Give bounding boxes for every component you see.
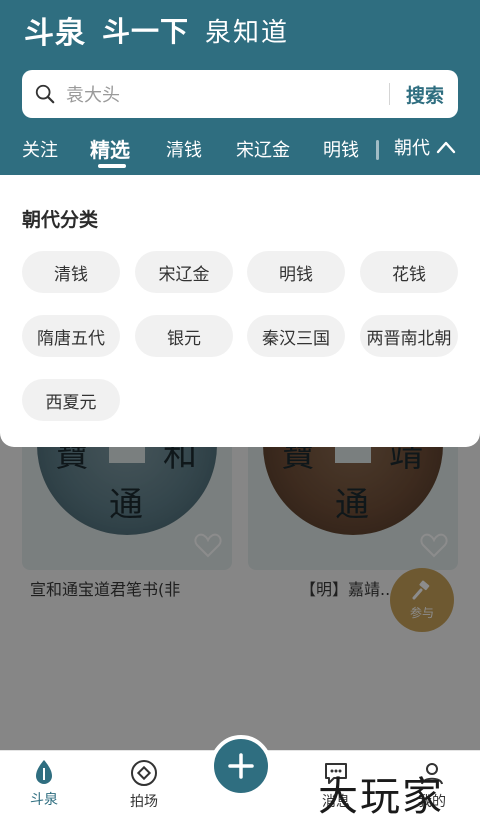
dynasty-toggle-label: 朝代 <box>394 138 430 159</box>
chip-ming-coins[interactable]: 明钱 <box>247 251 345 293</box>
brand-slogan-2: 泉知道 <box>205 17 290 48</box>
active-tab-indicator <box>98 164 126 168</box>
nav-doquan[interactable]: 斗泉 <box>4 759 84 809</box>
tab-song-liao-jin[interactable]: 宋辽金 <box>236 136 290 162</box>
chevron-up-icon <box>436 141 456 154</box>
plus-icon <box>228 753 254 779</box>
tab-follow[interactable]: 关注 <box>22 136 58 162</box>
dynasty-toggle[interactable]: 朝代 <box>394 134 456 160</box>
tab-qing-coins[interactable]: 清钱 <box>166 136 202 162</box>
watermark: 大玩家 <box>318 774 444 818</box>
doquan-icon <box>36 760 52 784</box>
chip-western-xia-yuan[interactable]: 西夏元 <box>22 379 120 421</box>
app-header: 斗泉 斗一下 泉知道 袁大头 搜索 关注 精选 清钱 宋辽金 明钱 朝代 <box>0 0 480 175</box>
category-tabs: 关注 精选 清钱 宋辽金 明钱 朝代 <box>0 128 480 170</box>
search-input[interactable]: 袁大头 <box>66 81 389 107</box>
search-button[interactable]: 搜索 <box>390 81 458 108</box>
nav-auction-label: 拍场 <box>130 794 158 810</box>
search-icon <box>35 84 55 104</box>
chip-silver-dollars[interactable]: 银元 <box>135 315 233 357</box>
dynasty-category-panel: 朝代分类 清钱 宋辽金 明钱 花钱 隋唐五代 银元 秦汉三国 两晋南北朝 西夏元 <box>0 175 480 447</box>
tab-ming-coins[interactable]: 明钱 <box>323 136 359 162</box>
tab-featured[interactable]: 精选 <box>90 134 130 163</box>
brand-name: 斗泉 <box>24 16 86 51</box>
auction-icon <box>131 760 157 786</box>
chip-qin-han-three-kingdoms[interactable]: 秦汉三国 <box>247 315 345 357</box>
publish-plus-button[interactable] <box>210 735 272 797</box>
brand-logo: 斗泉 斗一下 泉知道 <box>24 8 289 52</box>
tab-separator <box>376 140 379 160</box>
chip-sui-tang-five-dynasties[interactable]: 隋唐五代 <box>22 315 120 357</box>
search-bar[interactable]: 袁大头 搜索 <box>22 70 458 118</box>
brand-slogan-1: 斗一下 <box>102 15 190 48</box>
panel-title: 朝代分类 <box>22 209 99 231</box>
chip-qing-coins[interactable]: 清钱 <box>22 251 120 293</box>
nav-auction[interactable]: 拍场 <box>104 759 184 811</box>
nav-doquan-label: 斗泉 <box>30 792 58 808</box>
chip-flower-coins[interactable]: 花钱 <box>360 251 458 293</box>
chip-song-liao-jin[interactable]: 宋辽金 <box>135 251 233 293</box>
chip-jin-northern-southern[interactable]: 两晋南北朝 <box>360 315 458 357</box>
